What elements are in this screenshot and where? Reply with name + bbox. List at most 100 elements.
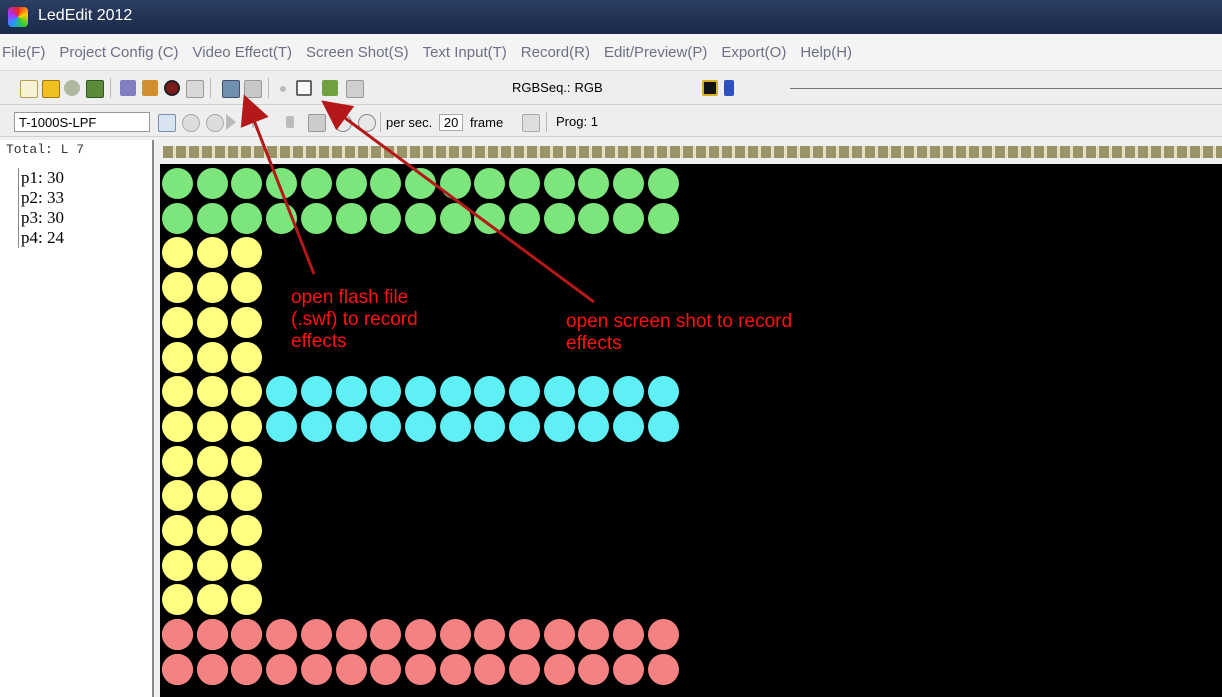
led-pixel-green[interactable] xyxy=(509,168,540,199)
record-icon[interactable] xyxy=(182,114,200,132)
led-pixel-green[interactable] xyxy=(266,168,298,199)
led-pixel-red[interactable] xyxy=(509,653,540,685)
port-row[interactable]: p4: 24 xyxy=(21,228,151,248)
led-pixel-red[interactable] xyxy=(404,619,436,651)
bookmark-icon[interactable] xyxy=(724,80,734,96)
led-pixel-yellow[interactable] xyxy=(196,445,228,477)
controller-model-select[interactable]: T-1000S-LPF xyxy=(14,112,150,132)
led-pixel-cyan[interactable] xyxy=(335,410,367,442)
rectangle-icon[interactable] xyxy=(296,80,312,96)
led-pixel-green[interactable] xyxy=(162,202,193,234)
new-project-icon[interactable] xyxy=(20,80,38,98)
led-pixel-yellow[interactable] xyxy=(196,376,228,408)
prog-value[interactable]: 1 xyxy=(591,114,598,129)
led-layout-canvas[interactable] xyxy=(160,164,1222,697)
led-pixel-yellow[interactable] xyxy=(162,272,193,304)
led-pixel-cyan[interactable] xyxy=(543,376,575,408)
led-pixel-red[interactable] xyxy=(196,653,228,685)
led-pixel-green[interactable] xyxy=(335,202,367,234)
led-pixel-red[interactable] xyxy=(231,619,263,651)
led-pixel-green[interactable] xyxy=(404,202,436,234)
led-pixel-cyan[interactable] xyxy=(613,410,645,442)
led-pixel-green[interactable] xyxy=(474,202,506,234)
led-pixel-red[interactable] xyxy=(578,619,610,651)
led-pixel-yellow[interactable] xyxy=(162,480,193,512)
rgb-seq-field[interactable]: RGBSeq.: RGB xyxy=(508,80,603,95)
led-pixel-yellow[interactable] xyxy=(196,480,228,512)
import-icon[interactable] xyxy=(142,80,158,96)
led-pixel-cyan[interactable] xyxy=(404,410,436,442)
led-pixel-green[interactable] xyxy=(231,168,263,199)
led-pixel-yellow[interactable] xyxy=(231,306,263,338)
led-pixel-red[interactable] xyxy=(647,619,679,651)
pause-icon[interactable] xyxy=(206,114,224,132)
led-pixel-yellow[interactable] xyxy=(196,272,228,304)
zoom-in-icon[interactable] xyxy=(334,114,352,132)
led-pixel-yellow[interactable] xyxy=(196,341,228,373)
menu-screen-shot[interactable]: Screen Shot(S) xyxy=(299,44,416,61)
settings-gear-icon[interactable] xyxy=(64,80,80,96)
led-pixel-red[interactable] xyxy=(162,653,193,685)
led-pixel-red[interactable] xyxy=(335,653,367,685)
led-pixel-yellow[interactable] xyxy=(231,515,263,546)
menu-help[interactable]: Help(H) xyxy=(793,44,859,61)
led-pixel-yellow[interactable] xyxy=(231,445,263,477)
led-pixel-yellow[interactable] xyxy=(162,549,193,581)
record-stop-icon[interactable] xyxy=(186,80,204,98)
led-pixel-green[interactable] xyxy=(196,202,228,234)
led-pixel-cyan[interactable] xyxy=(474,410,506,442)
led-pixel-yellow[interactable] xyxy=(231,549,263,581)
led-pixel-red[interactable] xyxy=(404,653,436,685)
led-pixel-cyan[interactable] xyxy=(266,376,298,408)
led-pixel-red[interactable] xyxy=(266,619,298,651)
play-icon[interactable] xyxy=(226,114,236,130)
led-pixel-red[interactable] xyxy=(474,619,506,651)
led-pixel-yellow[interactable] xyxy=(196,515,228,546)
led-pixel-yellow[interactable] xyxy=(196,410,228,442)
menu-video-effect[interactable]: Video Effect(T) xyxy=(186,44,300,61)
open-folder-icon[interactable] xyxy=(42,80,60,98)
first-frame-icon[interactable] xyxy=(252,116,262,128)
led-pixel-cyan[interactable] xyxy=(647,410,679,442)
led-pixel-yellow[interactable] xyxy=(231,410,263,442)
menu-edit-preview[interactable]: Edit/Preview(P) xyxy=(597,44,714,61)
led-pixel-cyan[interactable] xyxy=(370,376,402,408)
led-pixel-cyan[interactable] xyxy=(647,376,679,408)
led-pixel-green[interactable] xyxy=(578,202,610,234)
led-pixel-cyan[interactable] xyxy=(439,376,471,408)
led-pixel-green[interactable] xyxy=(370,168,402,199)
led-pixel-yellow[interactable] xyxy=(162,341,193,373)
led-pixel-cyan[interactable] xyxy=(509,410,540,442)
led-pixel-yellow[interactable] xyxy=(231,272,263,304)
frame-settings-icon[interactable] xyxy=(522,114,540,132)
led-pixel-cyan[interactable] xyxy=(300,410,332,442)
led-pixel-red[interactable] xyxy=(439,619,471,651)
led-pixel-yellow[interactable] xyxy=(196,584,228,616)
port-row[interactable]: p3: 30 xyxy=(21,208,151,228)
led-pixel-red[interactable] xyxy=(647,653,679,685)
list-icon[interactable] xyxy=(120,80,136,96)
led-pixel-red[interactable] xyxy=(162,619,193,651)
led-pixel-green[interactable] xyxy=(509,202,540,234)
led-pixel-cyan[interactable] xyxy=(335,376,367,408)
dot-icon[interactable] xyxy=(280,86,286,92)
led-pixel-green[interactable] xyxy=(474,168,506,199)
led-pixel-red[interactable] xyxy=(370,619,402,651)
led-pixel-yellow[interactable] xyxy=(196,306,228,338)
led-pixel-yellow[interactable] xyxy=(231,376,263,408)
open-flash-icon[interactable] xyxy=(164,80,180,96)
led-pixel-red[interactable] xyxy=(196,619,228,651)
led-pixel-green[interactable] xyxy=(335,168,367,199)
led-pixel-green[interactable] xyxy=(439,168,471,199)
led-pixel-cyan[interactable] xyxy=(439,410,471,442)
led-pixel-green[interactable] xyxy=(439,202,471,234)
led-pixel-red[interactable] xyxy=(439,653,471,685)
led-pixel-red[interactable] xyxy=(266,653,298,685)
port-row[interactable]: p1: 30 xyxy=(21,168,151,188)
led-pixel-cyan[interactable] xyxy=(300,376,332,408)
led-pixel-yellow[interactable] xyxy=(162,584,193,616)
led-pixel-cyan[interactable] xyxy=(404,376,436,408)
menu-record[interactable]: Record(R) xyxy=(514,44,597,61)
stop-frame-icon[interactable] xyxy=(308,114,326,132)
menu-text-input[interactable]: Text Input(T) xyxy=(416,44,514,61)
